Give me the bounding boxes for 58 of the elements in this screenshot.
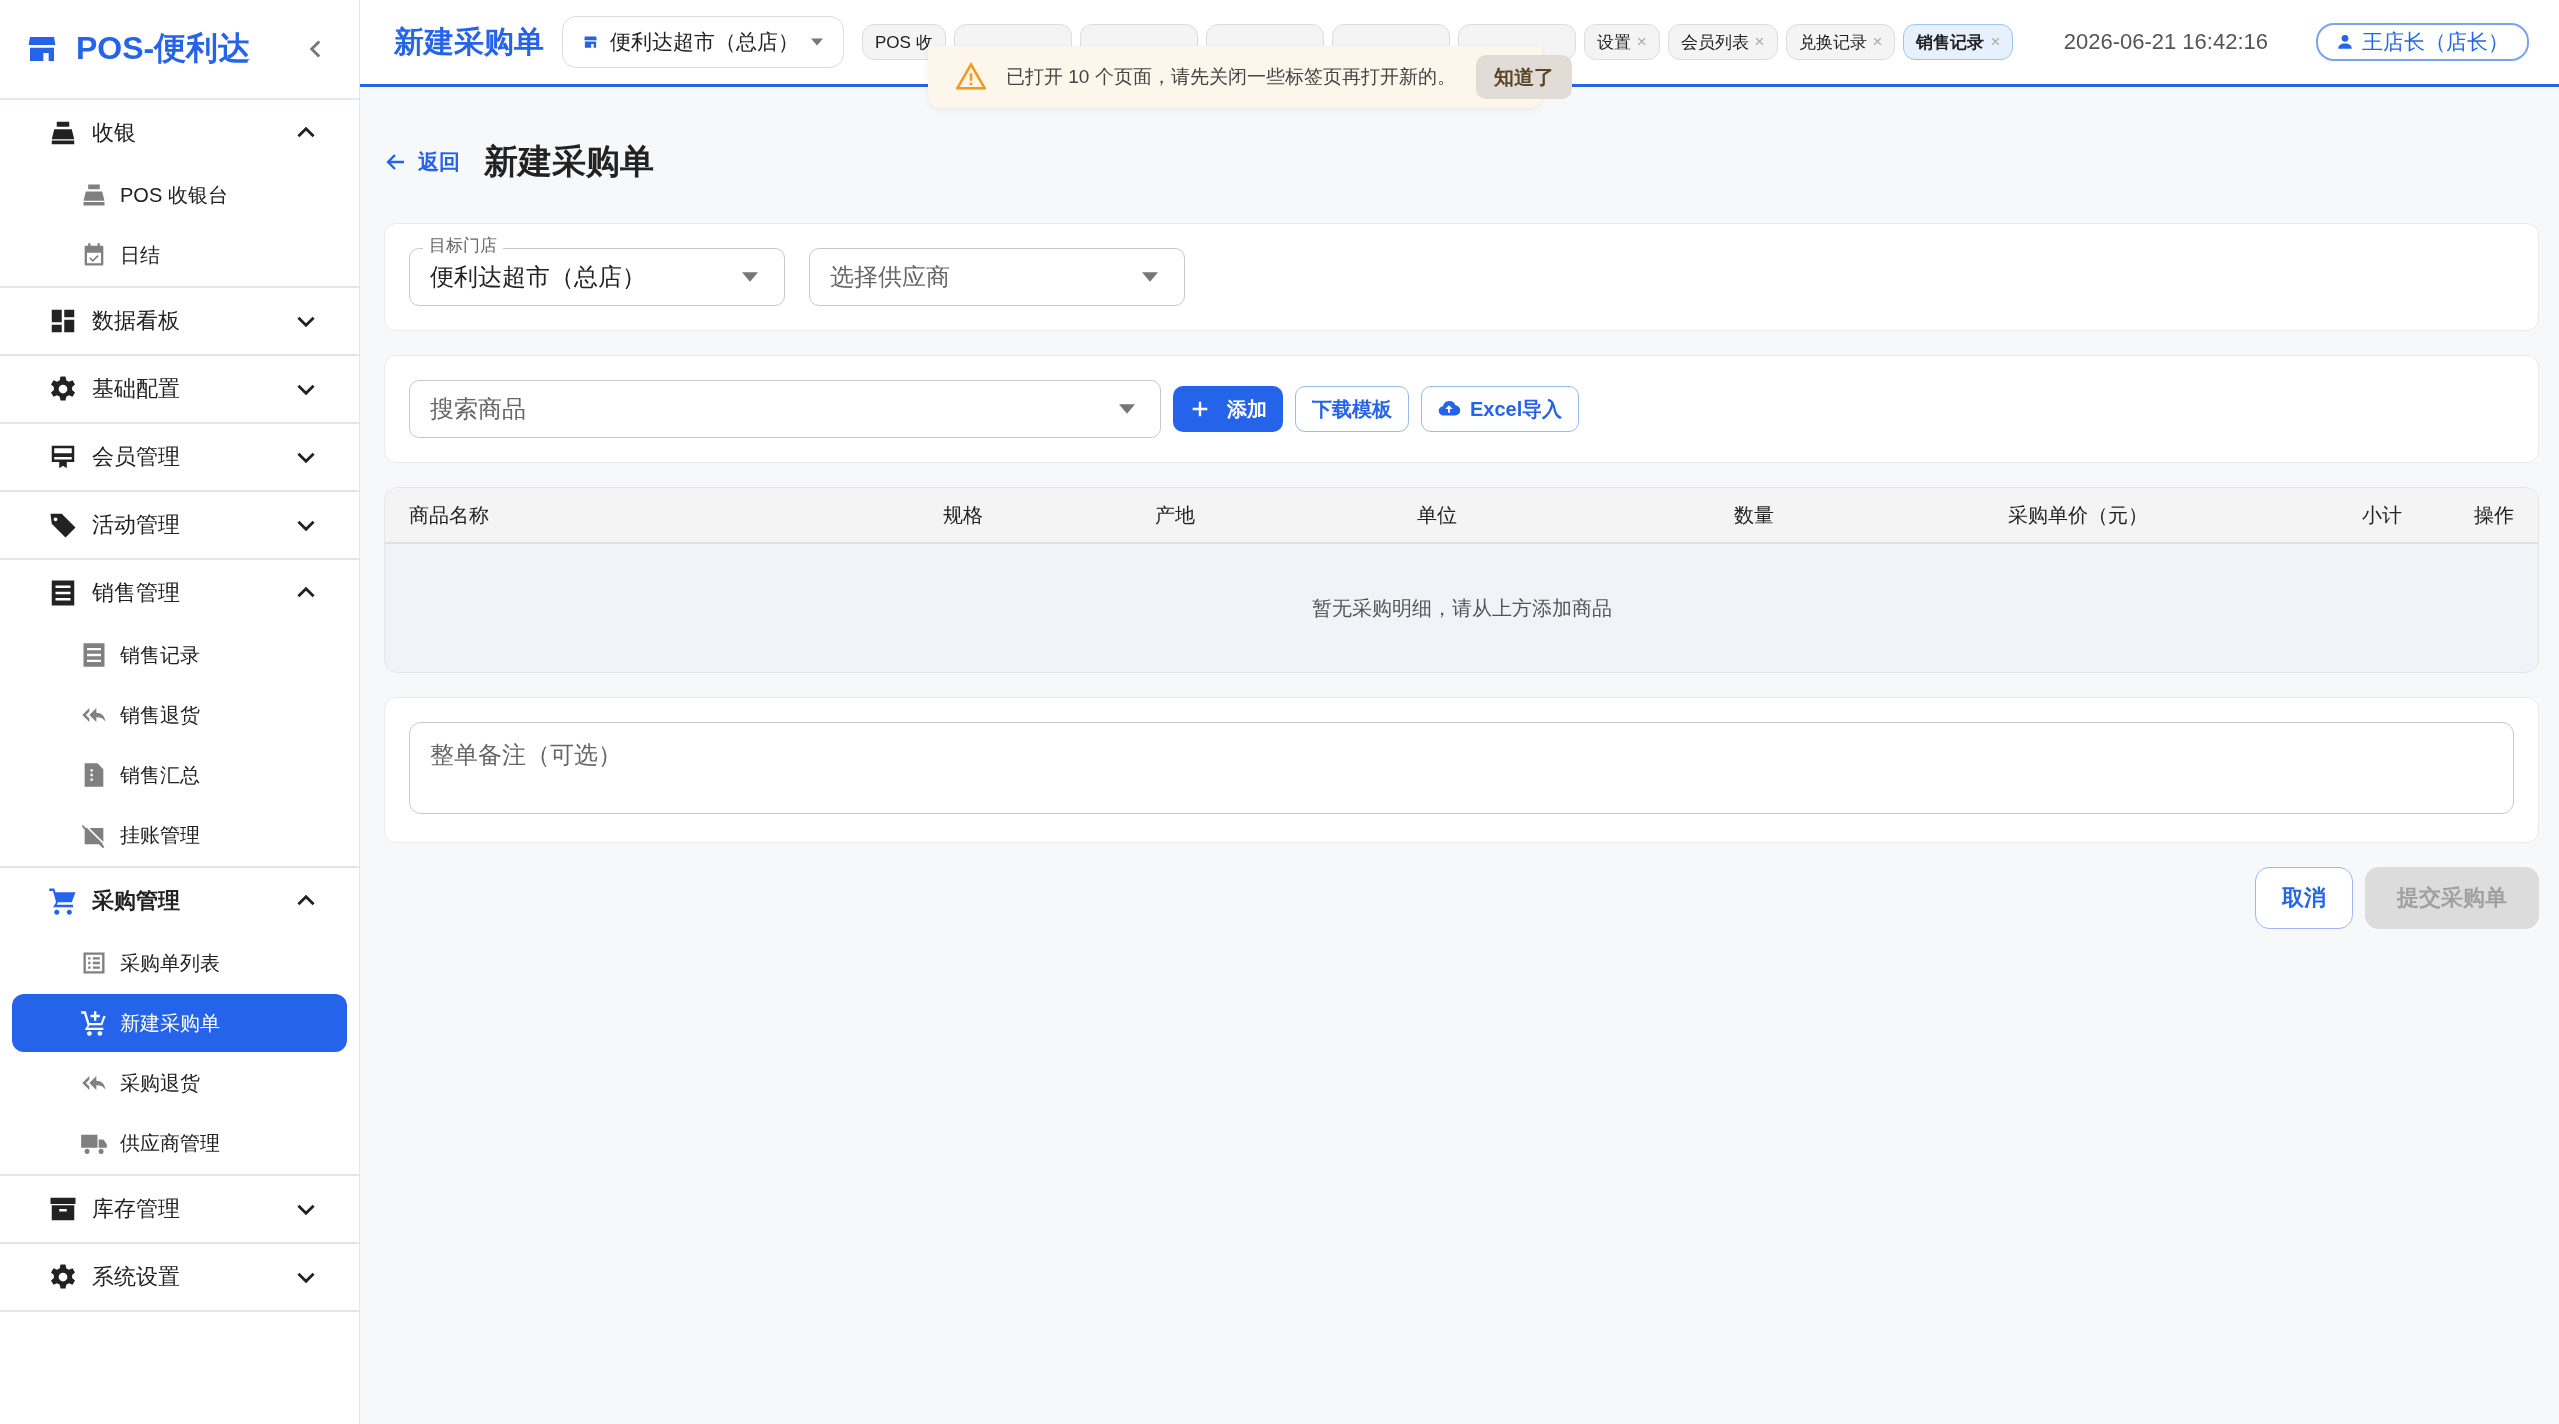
column-header: 数量 (1733, 502, 1776, 528)
add-button[interactable]: 添加 (1173, 386, 1283, 432)
dismiss-button[interactable]: 知道了 (1475, 55, 1572, 99)
menu-group[interactable]: 采购管理 (0, 868, 359, 934)
dropdown-caret-icon (1119, 404, 1135, 414)
menu-item[interactable]: POS 收银台 (12, 166, 347, 224)
user-icon (2336, 33, 2354, 51)
menu-group[interactable]: 活动管理 (0, 492, 359, 558)
product-search-field[interactable]: 搜索商品 (409, 380, 1161, 438)
gear-icon (48, 374, 78, 404)
menu-item[interactable]: 新建采购单 (12, 994, 347, 1052)
store-select[interactable]: 便利达超市（总店） (562, 16, 844, 68)
datetime: 2026-06-21 16:42:16 (2063, 29, 2268, 55)
column-header: 操作 (2473, 502, 2514, 528)
column-header: 采购单价（元） (2007, 502, 2150, 528)
menu-item[interactable]: 销售汇总 (12, 746, 347, 804)
cancel-button[interactable]: 取消 (2255, 867, 2353, 929)
warning-icon (956, 62, 986, 92)
column-header: 小计 (2360, 502, 2402, 528)
supplier-select[interactable]: 选择供应商 (809, 248, 1185, 306)
menu-item[interactable]: 采购单列表 (12, 934, 347, 992)
column-header: 规格 (942, 502, 985, 528)
menu-group[interactable]: 数据看板 (0, 288, 359, 354)
page-title: 新建采购单 (394, 23, 544, 60)
page-heading: 新建采购单 (484, 141, 654, 182)
menu-item[interactable]: 供应商管理 (12, 1114, 347, 1172)
page-tab[interactable]: 销售记录 × (1903, 24, 2014, 60)
cart-icon (48, 886, 78, 916)
warning-message: 已打开 10 个页面，请先关闭一些标签页再打开新的。 (1006, 65, 1456, 89)
menu-item[interactable]: 销售退货 (12, 686, 347, 744)
user-button[interactable]: 王店长（店长） (2316, 23, 2529, 61)
column-header: 产地 (1154, 502, 1196, 528)
column-header: 商品名称 (409, 502, 490, 528)
app-logo-text: POS-便利达 (76, 29, 252, 68)
page-tab[interactable]: 会员列表 × (1667, 24, 1778, 60)
page-tab[interactable]: 设置 × (1583, 24, 1660, 60)
menu-group[interactable]: 会员管理 (0, 424, 359, 490)
dropdown-caret-icon (1142, 272, 1158, 282)
column-header: 单位 (1415, 502, 1458, 528)
menu-group[interactable]: 系统设置 (0, 1244, 359, 1310)
download-template-button[interactable]: 下载模板 (1295, 386, 1409, 432)
dropdown-caret-icon (811, 37, 823, 47)
menu-item[interactable]: 日结 (12, 226, 347, 284)
dropdown-caret-icon (742, 272, 758, 282)
menu-item[interactable]: 销售记录 (12, 626, 347, 684)
excel-import-button[interactable]: Excel导入 (1421, 386, 1580, 432)
menu-group[interactable]: 库存管理 (0, 1176, 359, 1242)
menu-item[interactable]: 挂账管理 (12, 806, 347, 864)
page-tab[interactable]: 兑换记录 × (1785, 24, 1896, 60)
menu-group[interactable]: 销售管理 (0, 560, 359, 626)
empty-table-message: 暂无采购明细，请从上方添加商品 (1311, 595, 1612, 621)
field-label: 目标门店 (423, 236, 503, 256)
back-link[interactable]: 返回 (384, 148, 460, 176)
menu-group[interactable]: 基础配置 (0, 356, 359, 422)
remark-field[interactable]: 整单备注（可选） (409, 722, 2514, 814)
menu-group[interactable]: 收银 (0, 100, 359, 166)
cartplus-icon (80, 1009, 108, 1037)
menu-item[interactable]: 采购退货 (12, 1054, 347, 1112)
